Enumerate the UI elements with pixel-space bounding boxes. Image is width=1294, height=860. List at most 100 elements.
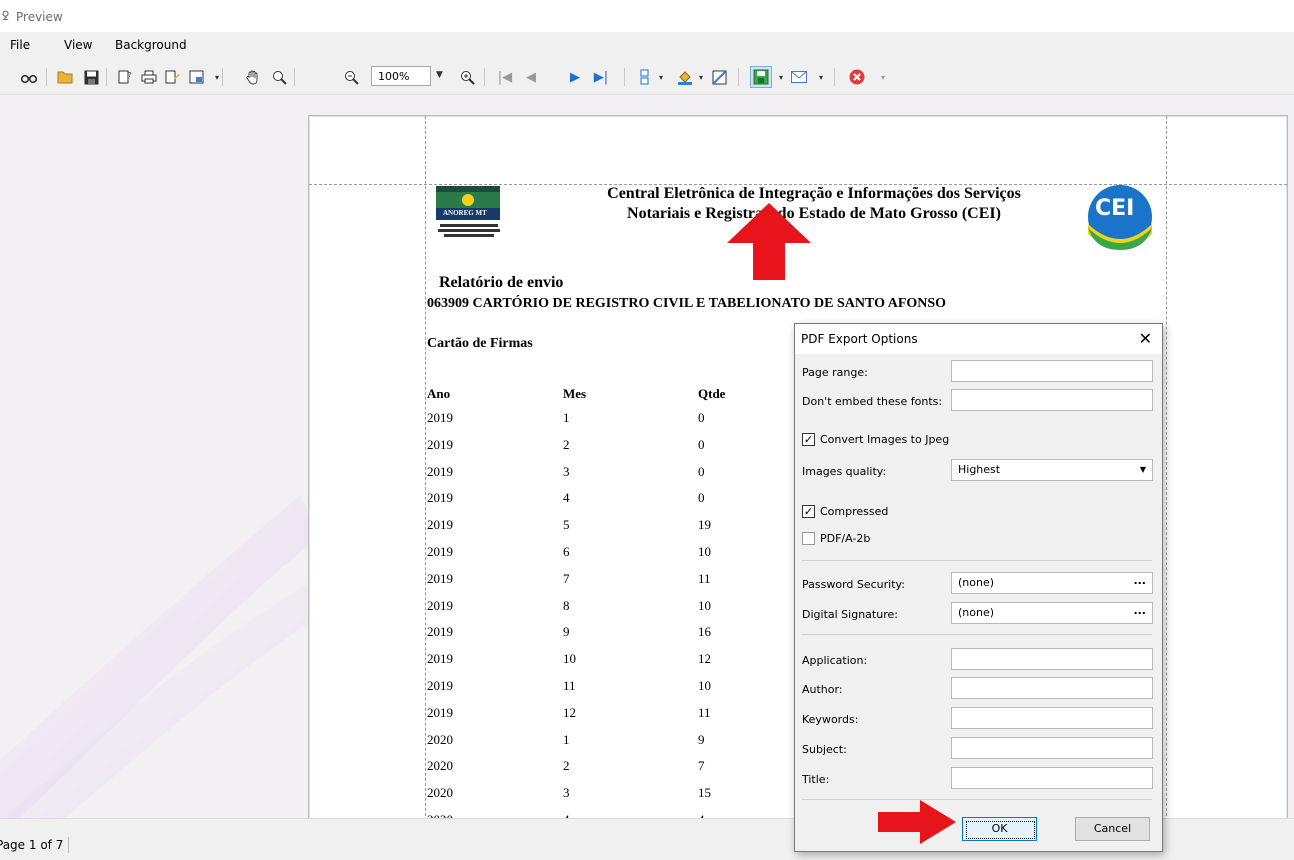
cell-qtde: 12 (698, 651, 711, 667)
checkmark-icon: ✓ (802, 433, 815, 446)
cell-ano: 2020 (427, 785, 453, 801)
cell-qtde: 11 (698, 704, 711, 720)
dialog-separator (802, 799, 1152, 800)
zoom-dropdown-chevron-icon[interactable]: ▼ (436, 70, 443, 80)
background-decoration (0, 495, 350, 818)
save-icon[interactable] (82, 68, 100, 86)
menu-background[interactable]: Background (115, 38, 187, 52)
cell-qtde: 11 (698, 570, 711, 586)
watermark-icon[interactable] (710, 68, 728, 86)
cell-mes: 3 (563, 785, 570, 801)
cell-qtde: 10 (698, 597, 711, 613)
zoom-combobox[interactable]: 100% (371, 66, 431, 86)
focus-rectangle (966, 821, 1035, 839)
page-setup-icon[interactable] (164, 68, 182, 86)
title-input[interactable] (951, 767, 1153, 789)
images-quality-select[interactable]: Highest ▼ (951, 459, 1153, 481)
page-range-input[interactable] (951, 360, 1153, 382)
zoom-out-icon[interactable] (342, 68, 360, 86)
open-folder-icon[interactable] (56, 68, 74, 86)
cell-mes: 4 (563, 490, 570, 506)
compressed-checkbox[interactable]: ✓ Compressed (802, 505, 888, 518)
cartorio-name: 063909 CARTÓRIO DE REGISTRO CIVIL E TABE… (427, 296, 947, 311)
cell-qtde: 16 (698, 624, 711, 640)
application-label: Application: (802, 654, 868, 667)
author-input[interactable] (951, 677, 1153, 699)
pdf-export-dialog: PDF Export Options ✕ Page range: Don't e… (794, 323, 1163, 852)
cei-logo-text: CEI (1095, 196, 1135, 221)
keywords-input[interactable] (951, 707, 1153, 729)
dialog-separator (802, 634, 1152, 635)
cell-qtde: 19 (698, 517, 711, 533)
subject-label: Subject: (802, 743, 847, 756)
subject-input[interactable] (951, 737, 1153, 759)
cell-qtde: 0 (698, 410, 705, 425)
hand-tool-icon[interactable] (244, 68, 262, 86)
cell-mes: 2 (563, 436, 570, 452)
email-icon[interactable] (790, 68, 808, 86)
cell-ano: 2019 (427, 624, 453, 640)
images-quality-label: Images quality: (802, 465, 887, 478)
ellipsis-icon[interactable]: ... (1133, 601, 1146, 621)
svg-text:?: ? (128, 71, 132, 79)
password-security-field[interactable]: (none) ... (951, 572, 1153, 594)
toolbar-separator (624, 68, 625, 86)
cell-mes: 5 (563, 517, 570, 533)
next-page-icon[interactable]: ▶ (566, 68, 584, 86)
cell-qtde: 15 (698, 785, 711, 801)
pdfa-label: PDF/A-2b (820, 532, 871, 545)
chevron-down-icon[interactable]: ▾ (692, 68, 710, 86)
digital-signature-label: Digital Signature: (802, 608, 898, 621)
cancel-button[interactable]: Cancel (1075, 817, 1150, 841)
menu-bar: File View Background (0, 32, 1294, 60)
last-page-icon[interactable]: ▶| (592, 68, 610, 86)
chevron-down-icon[interactable]: ▾ (874, 68, 892, 86)
chevron-down-icon[interactable]: ▾ (812, 68, 830, 86)
ellipsis-icon[interactable]: ... (1133, 571, 1146, 591)
cell-ano: 2019 (427, 651, 453, 667)
application-input[interactable] (951, 648, 1153, 670)
author-label: Author: (802, 683, 843, 696)
red-arrow-up-annotation (727, 203, 811, 280)
previous-page-icon[interactable]: ◀ (522, 68, 540, 86)
scale-icon[interactable] (188, 68, 206, 86)
close-preview-icon[interactable] (848, 68, 866, 86)
report-title: Central Eletrônica de Integração e Infor… (566, 184, 1062, 224)
dialog-separator (802, 560, 1152, 561)
cell-mes: 10 (563, 651, 576, 667)
chevron-down-icon[interactable]: ▾ (208, 68, 226, 86)
anoreg-logo: ANOREG MT (424, 184, 534, 264)
password-security-value: (none) (958, 576, 995, 589)
export-chevron-down-icon[interactable]: ▾ (772, 68, 790, 86)
menu-file[interactable]: File (10, 38, 30, 52)
toolbar-separator (484, 68, 485, 86)
pdfa-checkbox[interactable]: PDF/A-2b (802, 532, 870, 545)
magnifier-icon[interactable] (270, 68, 288, 86)
dont-embed-fonts-input[interactable] (951, 389, 1153, 411)
cell-ano: 2020 (427, 758, 453, 774)
zoom-in-icon[interactable] (458, 68, 476, 86)
find-icon[interactable] (20, 68, 38, 86)
convert-images-checkbox[interactable]: ✓ Convert Images to Jpeg (802, 433, 949, 446)
dont-embed-fonts-label: Don't embed these fonts: (802, 395, 943, 408)
cell-ano: 2019 (427, 544, 453, 559)
first-page-icon[interactable]: |◀ (496, 68, 514, 86)
page-info: Page 1 of 7 (0, 838, 64, 852)
cell-mes: 7 (563, 570, 570, 586)
cell-qtde: 7 (698, 758, 705, 774)
print-icon[interactable] (140, 68, 158, 86)
ok-button[interactable]: OK (962, 817, 1037, 841)
cell-qtde: 0 (698, 490, 705, 506)
export-document-icon[interactable] (750, 66, 772, 88)
chevron-down-icon[interactable]: ▾ (652, 68, 670, 86)
digital-signature-field[interactable]: (none) ... (951, 602, 1153, 624)
print-setup-icon[interactable]: ? (116, 68, 134, 86)
column-header-ano: Ano (427, 386, 451, 401)
close-icon[interactable]: ✕ (1139, 329, 1152, 348)
cell-ano: 2019 (427, 463, 453, 479)
keywords-label: Keywords: (802, 713, 859, 726)
dialog-title-bar: PDF Export Options ✕ (795, 324, 1162, 354)
cell-ano: 2019 (427, 678, 453, 693)
cell-ano: 2019 (427, 517, 453, 533)
menu-view[interactable]: View (64, 38, 92, 52)
